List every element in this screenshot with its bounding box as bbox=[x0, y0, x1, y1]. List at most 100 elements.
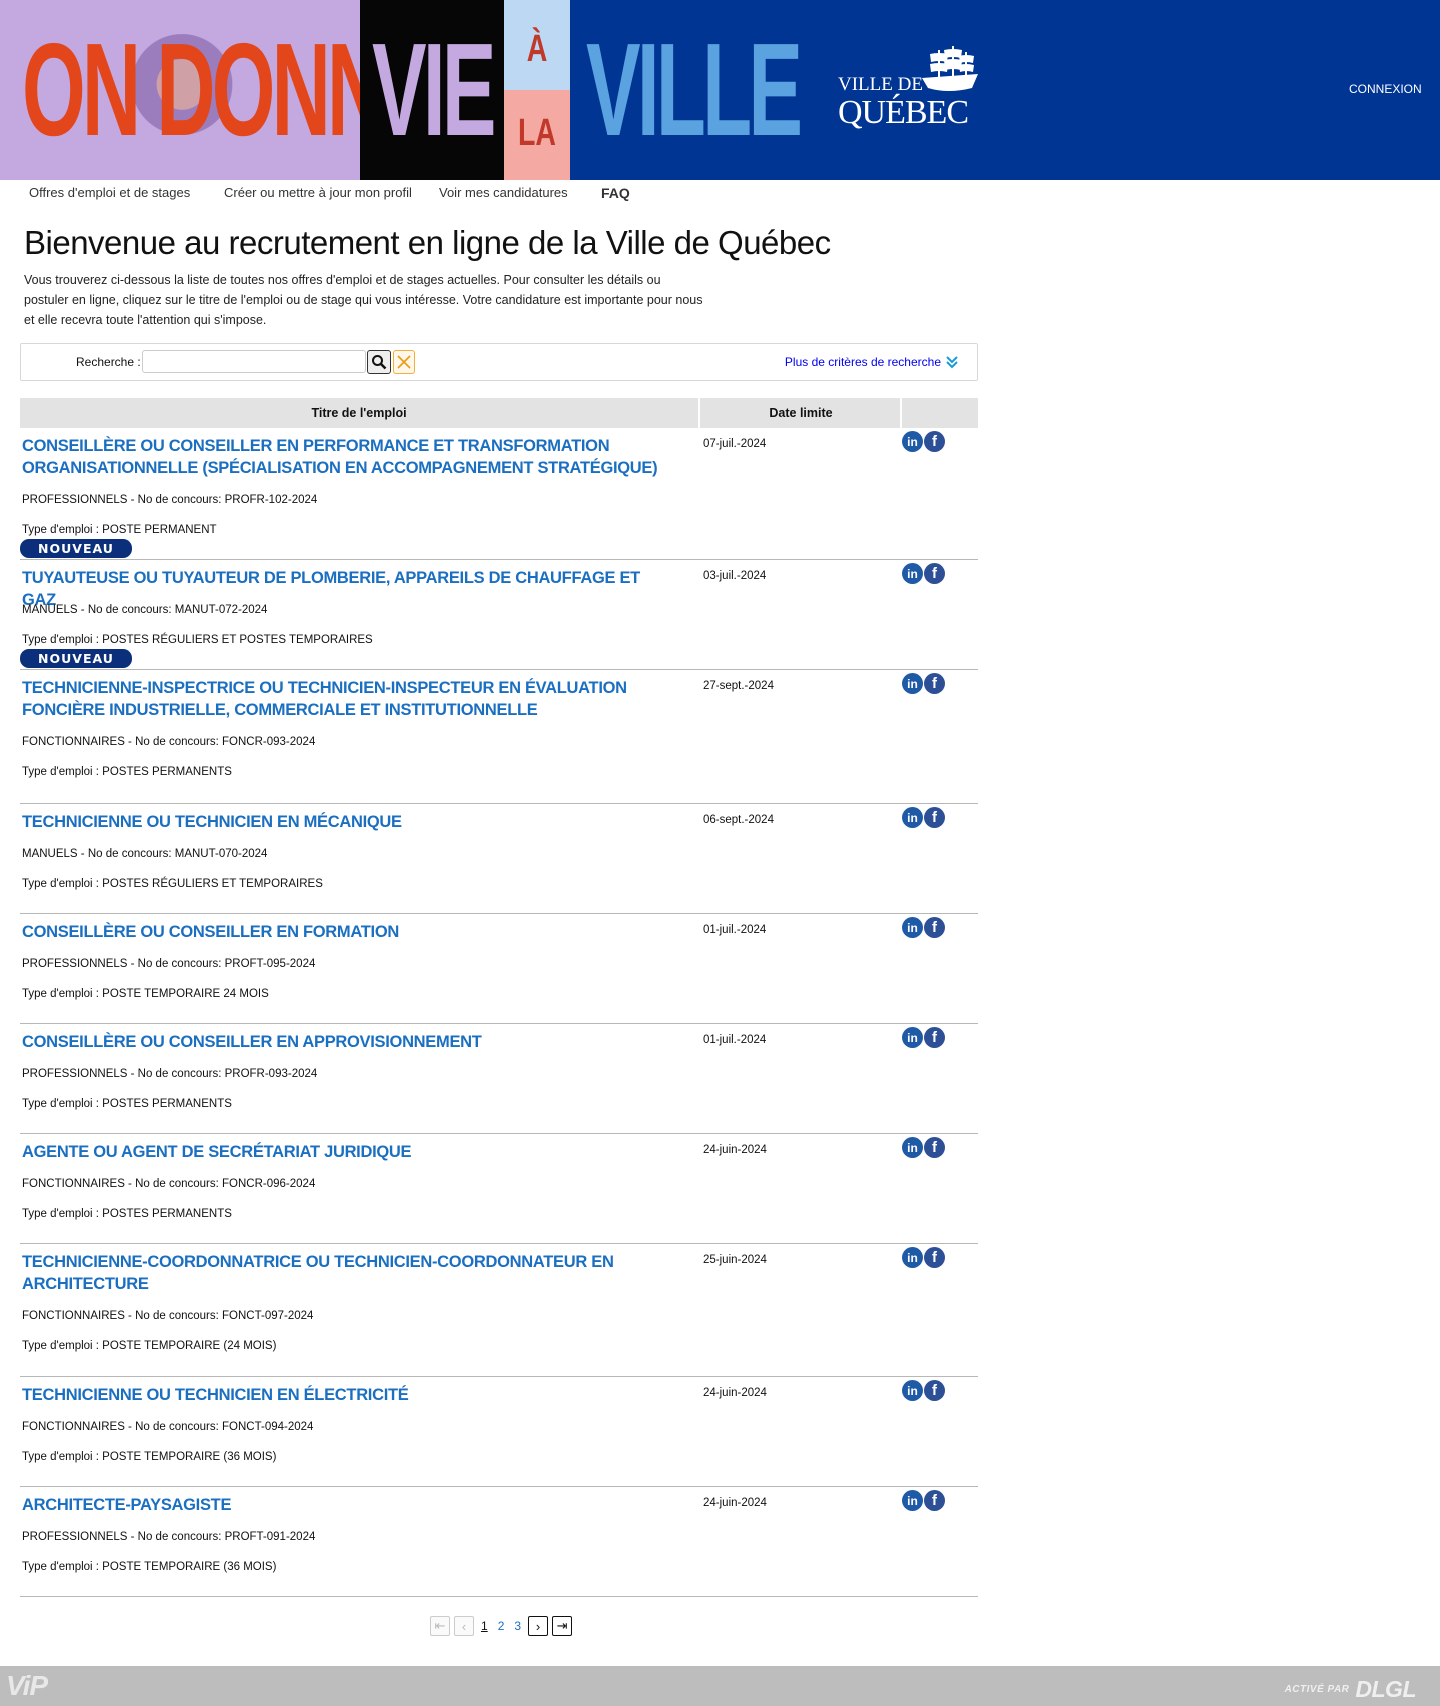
facebook-icon[interactable]: f bbox=[924, 1137, 945, 1158]
dlgl-logo: ACTIVÉ PAR DLGL bbox=[1284, 1676, 1417, 1703]
share-buttons: in f bbox=[902, 673, 945, 694]
table-row: CONSEILLÈRE OU CONSEILLER EN PERFORMANCE… bbox=[20, 428, 978, 560]
job-deadline: 27-sept.-2024 bbox=[703, 680, 774, 692]
facebook-icon[interactable]: f bbox=[924, 1490, 945, 1511]
job-category: PROFESSIONNELS - No de concours: PROFT-0… bbox=[22, 1531, 316, 1543]
banner-panel-la: LA bbox=[504, 90, 570, 180]
facebook-icon[interactable]: f bbox=[924, 563, 945, 584]
share-buttons: in f bbox=[902, 1137, 945, 1158]
page-link-3[interactable]: 3 bbox=[511, 1619, 524, 1633]
job-title-link[interactable]: CONSEILLÈRE OU CONSEILLER EN FORMATION bbox=[22, 921, 672, 943]
table-row: ARCHITECTE-PAYSAGISTE PROFESSIONNELS - No… bbox=[20, 1487, 978, 1597]
job-deadline: 03-juil.-2024 bbox=[703, 570, 767, 582]
linkedin-icon[interactable]: in bbox=[902, 917, 923, 938]
banner-panel-vie: VIE bbox=[360, 0, 504, 180]
column-header-title: Titre de l'emploi bbox=[20, 398, 700, 428]
search-label: Recherche : bbox=[76, 355, 141, 369]
linkedin-icon[interactable]: in bbox=[902, 563, 923, 584]
facebook-icon[interactable]: f bbox=[924, 917, 945, 938]
dlgl-prefix: ACTIVÉ PAR bbox=[1284, 1684, 1350, 1695]
nav-item-faq[interactable]: FAQ bbox=[601, 185, 630, 201]
job-title-link[interactable]: TECHNICIENNE OU TECHNICIEN EN MÉCANIQUE bbox=[22, 811, 672, 833]
search-button[interactable] bbox=[367, 350, 391, 374]
page-link-1[interactable]: 1 bbox=[478, 1619, 491, 1633]
login-link[interactable]: CONNEXION bbox=[1349, 82, 1422, 96]
job-title-link[interactable]: ARCHITECTE-PAYSAGISTE bbox=[22, 1494, 672, 1516]
facebook-icon[interactable]: f bbox=[924, 431, 945, 452]
job-title-link[interactable]: TECHNICIENNE-COORDONNATRICE OU TECHNICIE… bbox=[22, 1251, 672, 1295]
linkedin-icon[interactable]: in bbox=[902, 807, 923, 828]
next-page-button[interactable]: › bbox=[528, 1616, 549, 1636]
job-title-link[interactable]: TECHNICIENNE OU TECHNICIEN EN ÉLECTRICIT… bbox=[22, 1384, 672, 1406]
banner-word-la: LA bbox=[518, 112, 556, 154]
linkedin-icon[interactable]: in bbox=[902, 1247, 923, 1268]
search-input[interactable] bbox=[142, 350, 366, 373]
job-title-link[interactable]: CONSEILLÈRE OU CONSEILLER EN APPROVISION… bbox=[22, 1031, 672, 1053]
facebook-icon[interactable]: f bbox=[924, 1380, 945, 1401]
job-type: Type d'emploi : POSTES PERMANENTS bbox=[22, 1098, 232, 1110]
job-category: FONCTIONNAIRES - No de concours: FONCR-0… bbox=[22, 1178, 316, 1190]
table-row: TECHNICIENNE OU TECHNICIEN EN ÉLECTRICIT… bbox=[20, 1377, 978, 1487]
banner-word-vie: VIE bbox=[372, 16, 496, 163]
main-nav: Offres d'emploi et de stages Créer ou me… bbox=[0, 180, 1440, 206]
share-buttons: in f bbox=[902, 431, 945, 452]
table-row: CONSEILLÈRE OU CONSEILLER EN FORMATION PR… bbox=[20, 914, 978, 1024]
new-badge: NOUVEAU bbox=[20, 649, 132, 668]
clear-search-button[interactable] bbox=[393, 350, 415, 374]
job-category: PROFESSIONNELS - No de concours: PROFT-0… bbox=[22, 958, 316, 970]
vip-logo: ViP bbox=[6, 1670, 48, 1701]
nav-item-applications[interactable]: Voir mes candidatures bbox=[439, 185, 568, 200]
job-type: Type d'emploi : POSTE TEMPORAIRE (24 MOI… bbox=[22, 1340, 277, 1352]
job-category: PROFESSIONNELS - No de concours: PROFR-1… bbox=[22, 494, 318, 506]
linkedin-icon[interactable]: in bbox=[902, 673, 923, 694]
share-buttons: in f bbox=[902, 917, 945, 938]
header-banner: ON DONNE VIE À LA VILLE VILLE DE QUÉBEC bbox=[0, 0, 1440, 180]
logo-text-quebec: QUÉBEC bbox=[838, 94, 969, 131]
linkedin-icon[interactable]: in bbox=[902, 1027, 923, 1048]
column-header-deadline: Date limite bbox=[702, 398, 902, 428]
facebook-icon[interactable]: f bbox=[924, 1027, 945, 1048]
job-deadline: 01-juil.-2024 bbox=[703, 1034, 767, 1046]
job-title-link[interactable]: CONSEILLÈRE OU CONSEILLER EN PERFORMANCE… bbox=[22, 435, 672, 479]
first-page-button[interactable]: ⇤ bbox=[430, 1616, 450, 1636]
ville-de-quebec-logo[interactable]: VILLE DE QUÉBEC bbox=[838, 44, 988, 134]
nav-item-job-offers[interactable]: Offres d'emploi et de stages bbox=[29, 185, 190, 200]
linkedin-icon[interactable]: in bbox=[902, 1380, 923, 1401]
dlgl-brand: DLGL bbox=[1355, 1676, 1416, 1702]
banner-panel-a: À bbox=[504, 0, 570, 90]
job-deadline: 24-juin-2024 bbox=[703, 1497, 767, 1509]
close-icon bbox=[397, 355, 411, 369]
footer: ViP ACTIVÉ PAR DLGL bbox=[0, 1666, 1440, 1706]
job-category: FONCTIONNAIRES - No de concours: FONCR-0… bbox=[22, 736, 316, 748]
nav-item-profile[interactable]: Créer ou mettre à jour mon profil bbox=[224, 185, 412, 200]
last-page-button[interactable]: ⇥ bbox=[552, 1616, 573, 1636]
more-criteria-link[interactable]: Plus de critères de recherche bbox=[785, 355, 959, 369]
share-buttons: in f bbox=[902, 1380, 945, 1401]
job-category: FONCTIONNAIRES - No de concours: FONCT-0… bbox=[22, 1310, 314, 1322]
table-row: TECHNICIENNE OU TECHNICIEN EN MÉCANIQUE M… bbox=[20, 804, 978, 914]
page-title: Bienvenue au recrutement en ligne de la … bbox=[24, 224, 831, 261]
new-badge: NOUVEAU bbox=[20, 539, 132, 558]
page-link-2[interactable]: 2 bbox=[495, 1619, 508, 1633]
banner-panel-on-donne: ON DONNE bbox=[0, 0, 360, 180]
search-bar: Recherche : Plus de critères de recherch… bbox=[20, 343, 978, 381]
linkedin-icon[interactable]: in bbox=[902, 1490, 923, 1511]
facebook-icon[interactable]: f bbox=[924, 1247, 945, 1268]
linkedin-icon[interactable]: in bbox=[902, 1137, 923, 1158]
banner-word-on-donne: ON DONNE bbox=[22, 16, 360, 163]
job-title-link[interactable]: TECHNICIENNE-INSPECTRICE OU TECHNICIEN-I… bbox=[22, 677, 672, 721]
share-buttons: in f bbox=[902, 1247, 945, 1268]
facebook-icon[interactable]: f bbox=[924, 673, 945, 694]
job-title-link[interactable]: AGENTE OU AGENT DE SECRÉTARIAT JURIDIQUE bbox=[22, 1141, 672, 1163]
share-buttons: in f bbox=[902, 1490, 945, 1511]
table-row: CONSEILLÈRE OU CONSEILLER EN APPROVISION… bbox=[20, 1024, 978, 1134]
job-type: Type d'emploi : POSTES RÉGULIERS ET TEMP… bbox=[22, 878, 323, 890]
previous-page-button[interactable]: ‹ bbox=[454, 1616, 474, 1636]
table-header: Titre de l'emploi Date limite bbox=[20, 398, 978, 428]
share-buttons: in f bbox=[902, 1027, 945, 1048]
job-type: Type d'emploi : POSTE TEMPORAIRE (36 MOI… bbox=[22, 1561, 277, 1573]
linkedin-icon[interactable]: in bbox=[902, 431, 923, 452]
job-category: MANUELS - No de concours: MANUT-072-2024 bbox=[22, 604, 268, 616]
facebook-icon[interactable]: f bbox=[924, 807, 945, 828]
job-category: PROFESSIONNELS - No de concours: PROFR-0… bbox=[22, 1068, 318, 1080]
